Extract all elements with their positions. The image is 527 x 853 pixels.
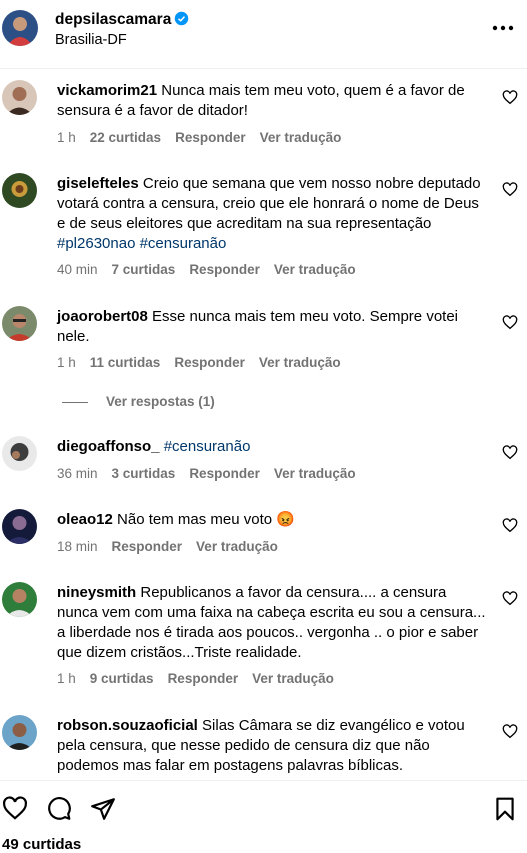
comment-time: 40 min	[57, 262, 98, 277]
commenter-avatar[interactable]	[2, 80, 37, 115]
comment-meta: 36 min 3 curtidas Responder Ver tradução	[57, 466, 370, 481]
replies-divider	[62, 401, 88, 403]
hashtag-link[interactable]: #pl2630nao #censuranão	[57, 235, 226, 252]
translate-button[interactable]: Ver tradução	[252, 671, 334, 686]
reply-button[interactable]: Responder	[168, 671, 239, 686]
comment-username[interactable]: vickamorim21	[57, 82, 157, 99]
commenter-avatar[interactable]	[2, 715, 37, 750]
comment-meta: 1 h 11 curtidas Responder Ver tradução	[57, 355, 355, 370]
comment-username[interactable]: joaorobert08	[57, 308, 148, 325]
like-heart-icon[interactable]	[502, 90, 518, 106]
comment-time: 18 min	[57, 539, 98, 554]
commenter-avatar[interactable]	[2, 582, 37, 617]
commenter-avatar[interactable]	[2, 173, 37, 208]
like-heart-icon[interactable]	[502, 445, 518, 461]
translate-button[interactable]: Ver tradução	[259, 355, 341, 370]
bookmark-icon[interactable]	[492, 796, 518, 822]
comment-likes[interactable]: 22 curtidas	[90, 130, 161, 145]
comment-likes[interactable]: 11 curtidas	[90, 355, 161, 370]
commenter-avatar[interactable]	[2, 306, 37, 341]
like-heart-icon[interactable]	[2, 796, 28, 822]
comment-time: 1 h	[57, 355, 76, 370]
author-username[interactable]: depsilascamara	[55, 11, 189, 31]
like-heart-icon[interactable]	[502, 724, 518, 740]
commenter-avatar[interactable]	[2, 509, 37, 544]
comment-username[interactable]: diegoaffonso_	[57, 438, 160, 455]
comment-meta: 1 h 22 curtidas Responder Ver tradução	[57, 130, 355, 145]
author-avatar[interactable]	[2, 10, 38, 46]
comment-meta: 18 min Responder Ver tradução	[57, 539, 292, 554]
comment-username[interactable]: oleao12	[57, 511, 113, 528]
comment-meta: 1 h 9 curtidas Responder Ver tradução	[57, 671, 348, 686]
like-heart-icon[interactable]	[502, 182, 518, 198]
comment-username[interactable]: nineysmith	[57, 584, 136, 601]
like-heart-icon[interactable]	[502, 315, 518, 331]
post-like-count[interactable]: 49 curtidas	[2, 836, 81, 853]
comment-time: 1 h	[57, 671, 76, 686]
reply-button[interactable]: Responder	[189, 466, 260, 481]
comment-bubble-icon[interactable]	[46, 796, 72, 822]
like-heart-icon[interactable]	[502, 518, 518, 534]
reply-button[interactable]: Responder	[189, 262, 260, 277]
hashtag-link[interactable]: #censuranão	[164, 438, 251, 455]
share-send-icon[interactable]	[90, 796, 116, 822]
post-header: depsilascamara Brasilia-DF	[0, 0, 527, 69]
verified-badge-icon	[174, 11, 189, 31]
comment-likes[interactable]: 9 curtidas	[90, 671, 154, 686]
comment-username[interactable]: robson.souzaoficial	[57, 717, 198, 734]
reply-button[interactable]: Responder	[175, 130, 246, 145]
more-options-icon[interactable]	[490, 18, 516, 38]
comment-text: Não tem mas meu voto 😡	[117, 511, 295, 528]
commenter-avatar[interactable]	[2, 436, 37, 471]
reply-button[interactable]: Responder	[112, 539, 183, 554]
translate-button[interactable]: Ver tradução	[196, 539, 278, 554]
translate-button[interactable]: Ver tradução	[274, 262, 356, 277]
comment-username[interactable]: giselefteles	[57, 175, 139, 192]
comment-likes[interactable]: 7 curtidas	[112, 262, 176, 277]
reply-button[interactable]: Responder	[174, 355, 245, 370]
like-heart-icon[interactable]	[502, 591, 518, 607]
comment-meta: 40 min 7 curtidas Responder Ver tradução	[57, 262, 370, 277]
comment-time: 1 h	[57, 130, 76, 145]
translate-button[interactable]: Ver tradução	[274, 466, 356, 481]
translate-button[interactable]: Ver tradução	[260, 130, 342, 145]
view-replies-button[interactable]: Ver respostas (1)	[62, 394, 215, 409]
post-location[interactable]: Brasilia-DF	[55, 32, 127, 48]
comment-likes[interactable]: 3 curtidas	[112, 466, 176, 481]
comment-time: 36 min	[57, 466, 98, 481]
